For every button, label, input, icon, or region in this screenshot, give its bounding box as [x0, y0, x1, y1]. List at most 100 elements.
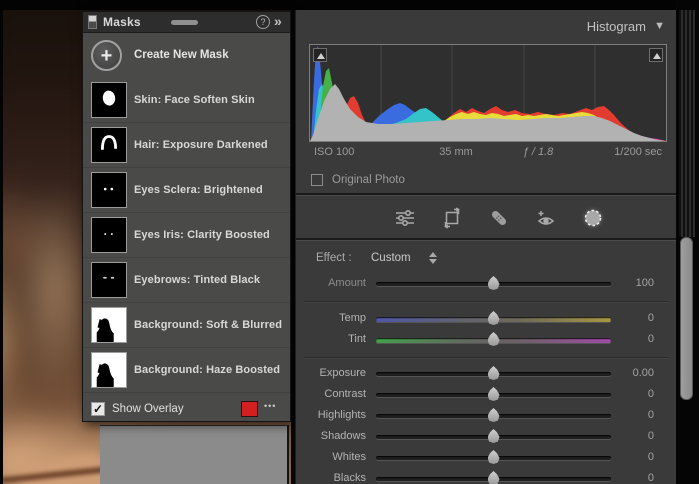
right-panel: Histogram ▼ ISO 100 35 mm ƒ / 1.8 1/200 …: [295, 10, 676, 484]
slider-value[interactable]: 100: [596, 277, 654, 289]
scrollbar-thumb[interactable]: [680, 237, 693, 400]
slider-label: Contrast: [296, 388, 366, 400]
mask-thumbnail: [91, 352, 127, 388]
blacks-slider[interactable]: [376, 477, 611, 481]
mask-item-background-haze[interactable]: Background: Haze Boosted: [83, 348, 290, 393]
histogram-panel-header[interactable]: Histogram ▼: [296, 10, 676, 42]
iris-mask-icon: [92, 218, 126, 252]
histogram-title: Histogram: [587, 19, 646, 34]
slider-row-temp: Temp 0: [296, 309, 676, 329]
exif-info-row: ISO 100 35 mm ƒ / 1.8 1/200 sec: [296, 146, 676, 166]
slider-value[interactable]: 0.00: [596, 367, 654, 379]
slider-label: Shadows: [296, 430, 366, 442]
slider-handle[interactable]: [488, 311, 500, 325]
amount-slider[interactable]: [376, 282, 611, 286]
slider-handle[interactable]: [488, 332, 500, 346]
hair-mask-icon: [92, 128, 126, 162]
window-top-bar: [0, 0, 699, 10]
overlay-options-menu[interactable]: •••: [264, 401, 276, 411]
slider-row-highlights: Highlights 0: [296, 406, 676, 426]
slider-value[interactable]: 0: [596, 333, 654, 345]
background-mask-icon: [92, 353, 126, 387]
slider-row-amount: Amount 100: [296, 274, 676, 294]
slider-handle[interactable]: [488, 471, 500, 484]
masking-icon[interactable]: [582, 207, 604, 229]
mask-item-eyes-iris[interactable]: Eyes Iris: Clarity Boosted: [83, 213, 290, 258]
clipping-triangle-icon: [653, 53, 661, 59]
background-mask-icon: [92, 308, 126, 342]
mask-thumbnail: [91, 217, 127, 253]
eyebrows-mask-icon: [92, 263, 126, 297]
scrollbar-track[interactable]: [679, 10, 695, 237]
slider-handle[interactable]: [488, 408, 500, 422]
slider-value[interactable]: 0: [596, 409, 654, 421]
create-new-mask-button[interactable]: + Create New Mask: [83, 34, 290, 78]
slider-handle[interactable]: [488, 450, 500, 464]
tint-slider[interactable]: [376, 338, 611, 343]
collapse-panel-icon[interactable]: »: [274, 13, 282, 29]
mask-label: Eyes Iris: Clarity Boosted: [134, 229, 270, 241]
slider-handle[interactable]: [488, 387, 500, 401]
panel-toggle-icon[interactable]: [88, 15, 97, 29]
red-eye-icon[interactable]: [535, 207, 557, 229]
dropdown-arrows-icon[interactable]: [429, 251, 438, 265]
masks-panel-title: Masks: [103, 15, 141, 29]
show-overlay-label: Show Overlay: [112, 403, 184, 415]
slider-row-contrast: Contrast 0: [296, 385, 676, 405]
mask-item-skin[interactable]: Skin: Face Soften Skin: [83, 78, 290, 123]
section-divider: [296, 193, 676, 196]
mask-thumbnail: [91, 82, 127, 118]
slider-value[interactable]: 0: [596, 472, 654, 484]
mask-item-eyes-sclera[interactable]: Eyes Sclera: Brightened: [83, 168, 290, 213]
crop-rotate-icon[interactable]: [441, 207, 463, 229]
original-photo-checkbox[interactable]: [311, 174, 323, 186]
exposure-slider[interactable]: [376, 372, 611, 376]
slider-row-whites: Whites 0: [296, 448, 676, 468]
mask-label: Background: Haze Boosted: [134, 364, 280, 376]
disclosure-triangle-icon[interactable]: ▼: [654, 20, 665, 32]
right-scrollbar: [676, 0, 699, 484]
drag-handle[interactable]: [171, 20, 198, 25]
mask-item-background-blur[interactable]: Background: Soft & Blurred: [83, 303, 290, 348]
histogram-display[interactable]: [309, 44, 667, 142]
slider-handle[interactable]: [488, 366, 500, 380]
whites-slider[interactable]: [376, 456, 611, 460]
slider-value[interactable]: 0: [596, 451, 654, 463]
slider-row-blacks: Blacks 0: [296, 469, 676, 484]
iso-value: ISO 100: [314, 146, 354, 158]
slider-row-tint: Tint 0: [296, 330, 676, 350]
slider-handle[interactable]: [488, 429, 500, 443]
slider-value[interactable]: 0: [596, 312, 654, 324]
mask-thumbnail: [91, 127, 127, 163]
histogram-svg: [310, 45, 666, 141]
masks-panel-header[interactable]: Masks ? »: [83, 12, 290, 33]
mask-item-hair[interactable]: Hair: Exposure Darkened: [83, 123, 290, 168]
original-photo-label: Original Photo: [332, 174, 405, 186]
slider-label: Highlights: [296, 409, 366, 421]
effect-dropdown[interactable]: Custom: [371, 252, 411, 264]
mask-label: Hair: Exposure Darkened: [134, 139, 268, 151]
edit-adjustments-icon[interactable]: [394, 207, 416, 229]
help-icon[interactable]: ?: [256, 15, 270, 29]
slider-label: Tint: [296, 333, 366, 345]
show-overlay-row: ✓ Show Overlay •••: [83, 399, 290, 422]
mask-item-eyebrows[interactable]: Eyebrows: Tinted Black: [83, 258, 290, 303]
mask-label: Skin: Face Soften Skin: [134, 94, 255, 106]
temp-slider[interactable]: [376, 317, 611, 322]
slider-label: Temp: [296, 312, 366, 324]
shadows-slider[interactable]: [376, 435, 611, 439]
mask-thumbnail: [91, 262, 127, 298]
highlight-clipping-indicator[interactable]: [649, 48, 663, 62]
slider-value[interactable]: 0: [596, 388, 654, 400]
highlights-slider[interactable]: [376, 414, 611, 418]
mask-label: Background: Soft & Blurred: [134, 319, 282, 331]
slider-value[interactable]: 0: [596, 430, 654, 442]
focal-length-value: 35 mm: [424, 146, 488, 158]
show-overlay-checkbox[interactable]: ✓: [91, 402, 105, 416]
shadow-clipping-indicator[interactable]: [313, 48, 327, 62]
contrast-slider[interactable]: [376, 393, 611, 397]
slider-handle[interactable]: [488, 276, 500, 290]
overlay-color-swatch[interactable]: [241, 401, 258, 417]
healing-brush-icon[interactable]: [488, 207, 510, 229]
lightroom-window: Masks ? » + Create New Mask Skin: Face S…: [0, 0, 699, 484]
